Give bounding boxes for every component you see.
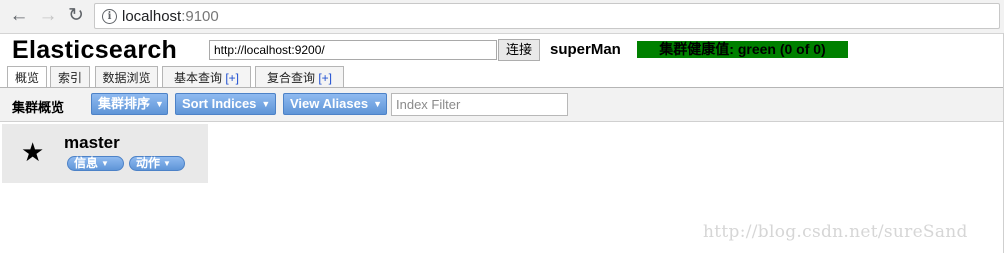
- tab-label: 概览: [14, 71, 39, 85]
- caret-down-icon: ▼: [373, 99, 382, 109]
- caret-down-icon: ▼: [261, 99, 271, 109]
- node-actions-button[interactable]: 动作 ▼: [129, 156, 185, 171]
- button-label: Sort Indices: [182, 96, 257, 111]
- button-label: View Aliases: [290, 96, 369, 111]
- sort-cluster-button[interactable]: 集群排序 ▼: [91, 93, 168, 115]
- section-title: 集群概览: [12, 100, 65, 115]
- browser-toolbar: ← → ↻ i localhost:9100: [0, 0, 1004, 34]
- tab-bar: 概览 索引 数据浏览 基本查询 [+] 复合查询 [+]: [0, 66, 1004, 89]
- button-label: 动作: [136, 156, 161, 170]
- tab-browser[interactable]: 数据浏览: [95, 66, 158, 88]
- cluster-name: superMan: [550, 41, 621, 58]
- tab-add-icon[interactable]: [+]: [318, 71, 332, 85]
- back-icon[interactable]: ←: [6, 3, 32, 29]
- button-label: 集群排序: [98, 96, 151, 111]
- app-title: Elasticsearch: [12, 36, 178, 64]
- tab-label: 索引: [57, 71, 82, 85]
- tab-basic-query[interactable]: 基本查询 [+]: [162, 66, 251, 88]
- tab-add-icon[interactable]: [+]: [225, 71, 239, 85]
- index-filter-input[interactable]: [391, 93, 568, 116]
- cluster-health-badge: 集群健康值: green (0 of 0): [637, 41, 848, 58]
- cluster-url-input[interactable]: [209, 40, 497, 60]
- url-port: :9100: [181, 8, 219, 25]
- reload-icon[interactable]: ↻: [63, 3, 89, 29]
- caret-down-icon: ▼: [101, 159, 109, 168]
- tab-compound-query[interactable]: 复合查询 [+]: [255, 66, 344, 88]
- overview-toolbar: 集群概览 集群排序 ▼ Sort Indices ▼ View Aliases ▼: [0, 88, 1004, 122]
- url-text: localhost:9100: [122, 8, 219, 25]
- address-bar[interactable]: i localhost:9100: [94, 3, 1000, 29]
- connect-button[interactable]: 连接: [498, 39, 540, 61]
- node-info-button[interactable]: 信息 ▼: [67, 156, 124, 171]
- tab-label: 数据浏览: [102, 71, 151, 85]
- forward-icon[interactable]: →: [35, 3, 61, 29]
- caret-down-icon: ▼: [163, 159, 171, 168]
- node-name: master: [64, 133, 120, 152]
- tab-label: 基本查询: [173, 71, 226, 85]
- button-label: 信息: [74, 156, 99, 170]
- tab-indices[interactable]: 索引: [50, 66, 90, 88]
- sort-indices-button[interactable]: Sort Indices ▼: [175, 93, 276, 115]
- node-card: ★ master 信息 ▼ 动作 ▼: [2, 124, 208, 183]
- caret-down-icon: ▼: [155, 99, 164, 109]
- tab-overview[interactable]: 概览: [7, 66, 47, 89]
- watermark: http://blog.csdn.net/sureSand: [703, 222, 968, 242]
- star-icon: ★: [21, 137, 45, 167]
- tab-label: 复合查询: [266, 71, 319, 85]
- url-host: localhost: [122, 8, 182, 25]
- info-icon[interactable]: i: [102, 9, 117, 24]
- view-aliases-button[interactable]: View Aliases ▼: [283, 93, 387, 115]
